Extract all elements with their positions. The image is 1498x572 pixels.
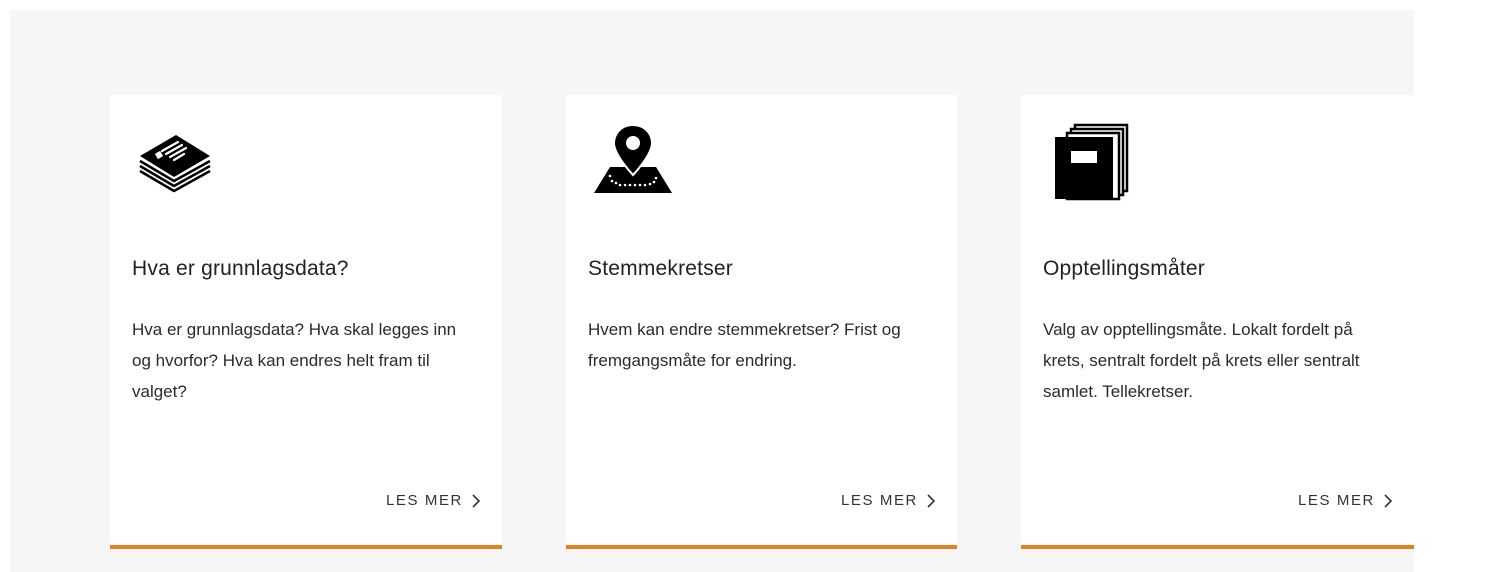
read-more-link[interactable]: LES MER <box>386 492 480 509</box>
card-description: Valg av opptellingsmåte. Lokalt fordelt … <box>1043 320 1360 401</box>
card-title: Hva er grunnlagsdata? <box>132 257 349 280</box>
binders-icon <box>1045 121 1135 201</box>
card-description: Hva er grunnlagsdata? Hva skal legges in… <box>132 320 457 401</box>
card-stemmekretser[interactable]: Stemmekretser Hvem kan endre stemmekrets… <box>566 95 957 549</box>
newspaper-stack-icon <box>134 121 224 201</box>
read-more-label: LES MER <box>1297 492 1375 509</box>
info-cards-section: Hva er grunnlagsdata? Hva er grunnlagsda… <box>10 10 1414 572</box>
card-grunnlagsdata[interactable]: Hva er grunnlagsdata? Hva er grunnlagsda… <box>110 95 502 549</box>
card-description: Hvem kan endre stemmekretser? Frist og f… <box>588 320 901 370</box>
read-more-label: LES MER <box>385 492 463 509</box>
map-pin-icon <box>590 121 680 201</box>
chevron-right-icon <box>1384 493 1392 508</box>
chevron-right-icon <box>472 493 480 508</box>
read-more-link[interactable]: LES MER <box>841 492 935 509</box>
read-more-label: LES MER <box>840 492 918 509</box>
chevron-right-icon <box>927 493 935 508</box>
read-more-link[interactable]: LES MER <box>1298 492 1392 509</box>
card-title: Opptellingsmåter <box>1043 257 1205 280</box>
card-opptellingsmater[interactable]: Opptellingsmåter Valg av opptellingsmåte… <box>1021 95 1414 549</box>
card-title: Stemmekretser <box>588 257 733 280</box>
